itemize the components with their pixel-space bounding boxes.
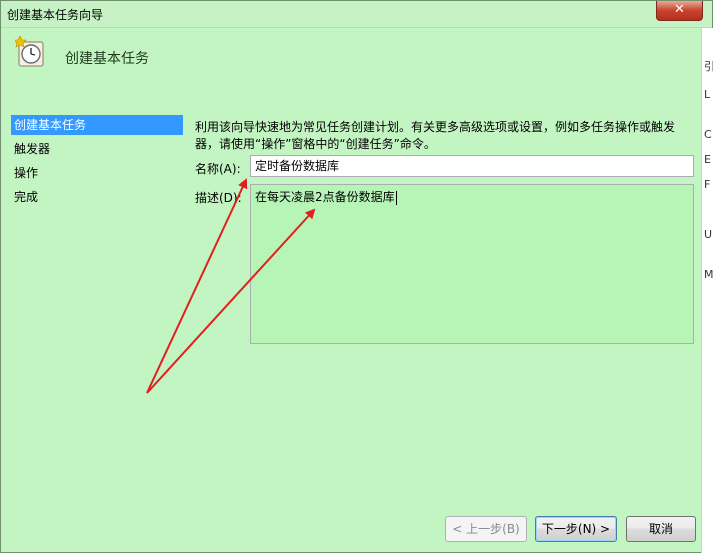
back-button[interactable]: < 上一步(B) — [445, 516, 527, 542]
edge-text: C — [704, 128, 712, 141]
edge-text: L — [704, 88, 711, 101]
edge-text: F — [704, 178, 711, 191]
wizard-description: 利用该向导快速地为常见任务创建计划。有关更多高级选项或设置，例如多任务操作或触发… — [195, 120, 676, 151]
next-button[interactable]: 下一步(N) > — [535, 516, 617, 542]
step-create-basic-task[interactable]: 创建基本任务 — [11, 115, 183, 135]
edge-text: E — [704, 153, 711, 166]
window-title: 创建基本任务向导 — [7, 8, 104, 22]
cancel-button[interactable]: 取消 — [626, 516, 696, 542]
description-label: 描述(D): — [195, 191, 242, 205]
close-icon: ✕ — [674, 2, 685, 17]
background-window-edge: 引 L C E F U M — [701, 28, 713, 553]
description-text: 在每天凌晨2点备份数据库 — [255, 190, 395, 204]
page-title: 创建基本任务 — [65, 51, 149, 67]
step-action[interactable]: 操作 — [11, 163, 183, 183]
description-textarea[interactable]: 在每天凌晨2点备份数据库 — [250, 184, 694, 344]
text-caret — [395, 190, 397, 205]
step-trigger[interactable]: 触发器 — [11, 139, 183, 159]
wizard-window: 创建基本任务向导 ✕ 创建基本任务 创建基本任务 触发器 操作 完成 利用该向导… — [0, 0, 713, 553]
title-bar[interactable]: 创建基本任务向导 ✕ — [1, 1, 712, 28]
steps-panel: 创建基本任务 触发器 操作 完成 — [2, 114, 188, 552]
step-finish[interactable]: 完成 — [11, 187, 183, 207]
content-panel: 利用该向导快速地为常见任务创建计划。有关更多高级选项或设置，例如多任务操作或触发… — [188, 114, 699, 519]
edge-text: 引 — [704, 60, 713, 73]
name-input[interactable]: 定时备份数据库 — [250, 155, 694, 177]
edge-text: M — [704, 268, 713, 281]
close-button[interactable]: ✕ — [656, 1, 703, 21]
wizard-header: 创建基本任务 — [2, 28, 712, 114]
clock-icon — [15, 36, 44, 67]
name-label: 名称(A): — [195, 162, 241, 176]
edge-text: U — [704, 228, 713, 241]
